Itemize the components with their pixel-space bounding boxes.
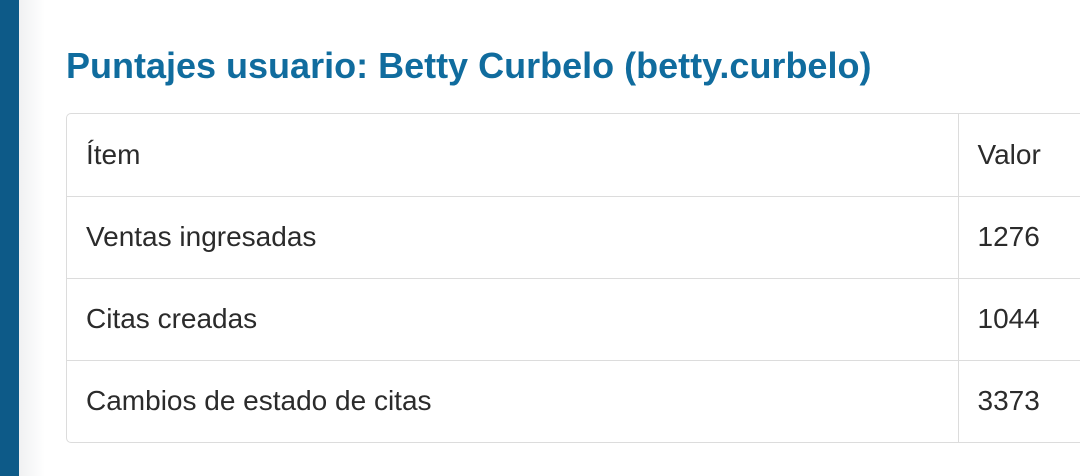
row-item-cell: Cambios de estado de citas <box>86 385 432 417</box>
row-item-cell: Ventas ingresadas <box>67 196 958 279</box>
scores-table-container: Ítem Valor Ventas ingresadas 1276 Citas … <box>66 113 1080 443</box>
row-value-cell: 3373 <box>957 360 1080 442</box>
page-title: Puntajes usuario: Betty Curbelo (betty.c… <box>66 45 872 86</box>
scores-table: Ítem Valor Ventas ingresadas 1276 Citas … <box>67 114 1080 442</box>
page: Puntajes usuario: Betty Curbelo (betty.c… <box>0 0 1080 476</box>
column-header-value: Valor <box>957 114 1080 197</box>
row-value-cell: 1044 <box>957 278 1080 361</box>
sidebar-shadow <box>19 0 45 476</box>
column-header-item: Ítem <box>67 114 958 197</box>
sidebar-edge <box>0 0 19 476</box>
row-item-cell: Citas creadas <box>67 278 958 361</box>
table-row: Cambios de estado de citas 3373 <box>67 360 1080 442</box>
table-header-row: Ítem Valor <box>67 114 1080 197</box>
row-value-cell: 1276 <box>957 196 1080 279</box>
table-row: Ventas ingresadas 1276 <box>67 196 1080 279</box>
table-row: Citas creadas 1044 <box>67 278 1080 361</box>
